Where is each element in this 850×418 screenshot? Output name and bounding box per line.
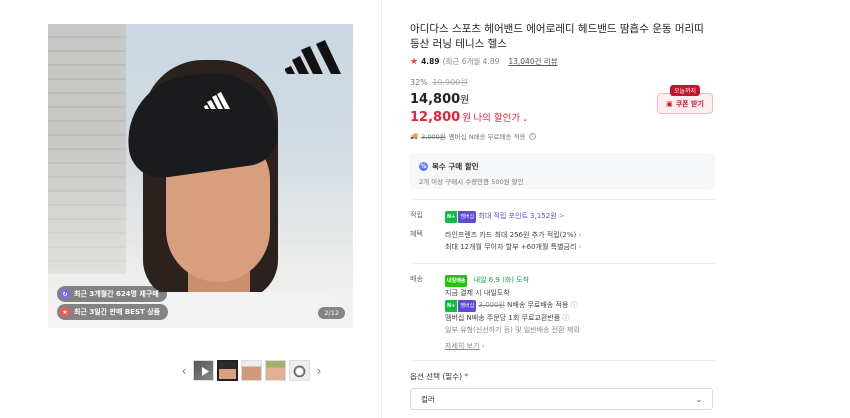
option-select[interactable]: 컬러 ⌄ xyxy=(410,388,713,410)
product-page: ↻ 최근 3개월간 624명 재구매 ★ 최근 3일간 판매 BEST 상품 2… xyxy=(0,0,850,418)
review-count-link[interactable]: 13,040건 리뷰 xyxy=(508,56,557,67)
delivery-eta: 내일 6.9 (화) 도착 xyxy=(473,276,530,284)
installment-benefit[interactable]: 최대 12개월 무이자 할부 +60개월 특별금리 › xyxy=(445,241,715,253)
chevron-right-icon: › xyxy=(578,243,582,251)
thumbnail-video[interactable] xyxy=(193,360,214,381)
delivery-row: 배송 내일배송 내일 6.9 (화) 도착 지금 결제 시 내일도착 N+ 멤버십… xyxy=(410,274,715,352)
price-block: 32% 19,900원 14,800원 12,800 원 나의 할인가 ⌄ 오늘까… xyxy=(410,77,715,125)
divider xyxy=(410,360,715,361)
product-title: 아디다스 스포츠 헤어밴드 에어로레디 헤드밴드 땀흡수 운동 머리띠 등산 러… xyxy=(410,23,704,50)
max-points-text: 최대 적립 포인트 3,152원 xyxy=(478,212,557,220)
product-gallery: ↻ 최근 3개월간 624명 재구매 ★ 최근 3일간 판매 BEST 상품 2… xyxy=(48,24,353,381)
play-icon xyxy=(202,367,209,376)
coupon-deadline-tag: 오늘까지 xyxy=(669,85,701,96)
best-seller-badge: ★ 최근 3일간 판매 BEST 상품 xyxy=(57,304,169,320)
coupon-widget: 오늘까지 ▣ 쿠폰 받기 xyxy=(657,85,713,115)
discount-icon: % xyxy=(419,162,428,171)
info-icon[interactable]: ⓘ xyxy=(571,301,578,309)
discount-percent: 32% xyxy=(410,78,428,87)
info-icon[interactable]: ⓘ xyxy=(562,314,569,322)
coupon-button[interactable]: ▣ 쿠폰 받기 xyxy=(657,93,713,114)
chevron-right-icon: > xyxy=(558,212,565,220)
product-info: 아디다스 스포츠 헤어밴드 에어로레디 헤드밴드 땀흡수 운동 머리띠 등산 러… xyxy=(410,22,715,410)
chevron-down-icon: ⌄ xyxy=(695,394,702,404)
thumbnail-image[interactable] xyxy=(265,360,286,381)
repurchase-icon: ↻ xyxy=(60,289,70,299)
delivery-badge: 내일배송 xyxy=(445,275,468,287)
delivery-details-link[interactable]: 자세히 보기 › xyxy=(445,340,715,352)
divider xyxy=(410,199,715,200)
rating-score: 4.89 xyxy=(421,57,440,66)
best-icon: ★ xyxy=(60,307,70,317)
thumbnail-image[interactable] xyxy=(241,360,262,381)
points-row: 적립 N+ 멤버십 최대 적립 포인트 3,152원 > xyxy=(410,210,715,223)
chevron-right-icon: › xyxy=(578,231,582,239)
rating-recent: (최근 6개월 4.89 xyxy=(442,57,500,66)
benefits-row: 혜택 라인프렌즈 카드 최대 256원 추가 적립(2%) › 최대 12개월 … xyxy=(410,229,715,253)
thumbnail-image[interactable] xyxy=(217,360,238,381)
star-icon: ★ xyxy=(410,56,419,67)
info-icon[interactable]: i xyxy=(528,132,536,140)
image-counter: 2/12 xyxy=(318,307,345,319)
thumbnail-image[interactable] xyxy=(289,360,310,381)
rating-row: ★ 4.89 (최근 6개월 4.89 13,040건 리뷰 xyxy=(410,56,715,67)
divider xyxy=(381,0,382,418)
adidas-logo-icon xyxy=(285,40,341,74)
bulk-discount-title: 복수 구매 할인 xyxy=(432,162,479,171)
product-main-image[interactable]: ↻ 최근 3개월간 624명 재구매 ★ 최근 3일간 판매 BEST 상품 2… xyxy=(48,24,353,328)
repurchase-badge: ↻ 최근 3개월간 624명 재구매 xyxy=(57,286,167,302)
original-price: 19,900원 xyxy=(432,78,468,87)
truck-icon: 🚚 xyxy=(410,132,419,140)
divider xyxy=(410,263,715,264)
bulk-discount-desc: 2개 이상 구매시 수량만큼 500원 할인 xyxy=(419,178,524,186)
shipping-summary: 🚚 3,000원 멤버십 N배송 무료배송 적용 i xyxy=(410,131,715,141)
chevron-right-icon: › xyxy=(481,342,485,350)
membership-badge: N+ 멤버십 xyxy=(445,211,477,223)
card-benefit[interactable]: 라인프렌즈 카드 최대 256원 추가 적립(2%) › xyxy=(445,229,715,241)
chevron-down-icon: ⌄ xyxy=(522,115,528,123)
thumbnail-next-button[interactable]: › xyxy=(313,364,325,378)
coupon-icon: ▣ xyxy=(666,99,673,108)
adidas-band-logo-icon xyxy=(204,92,230,109)
membership-badge: N+ 멤버십 xyxy=(445,300,477,312)
delivery-note: 지금 결제 시 내일도착 xyxy=(445,289,510,297)
thumbnail-prev-button[interactable]: ‹ xyxy=(178,364,190,378)
bulk-discount-box: % 복수 구매 할인 2개 이상 구매시 수량만큼 500원 할인 xyxy=(410,153,715,189)
option-label: 옵션 선택 (필수) * xyxy=(410,372,469,381)
thumbnail-strip: ‹ › xyxy=(178,360,325,381)
